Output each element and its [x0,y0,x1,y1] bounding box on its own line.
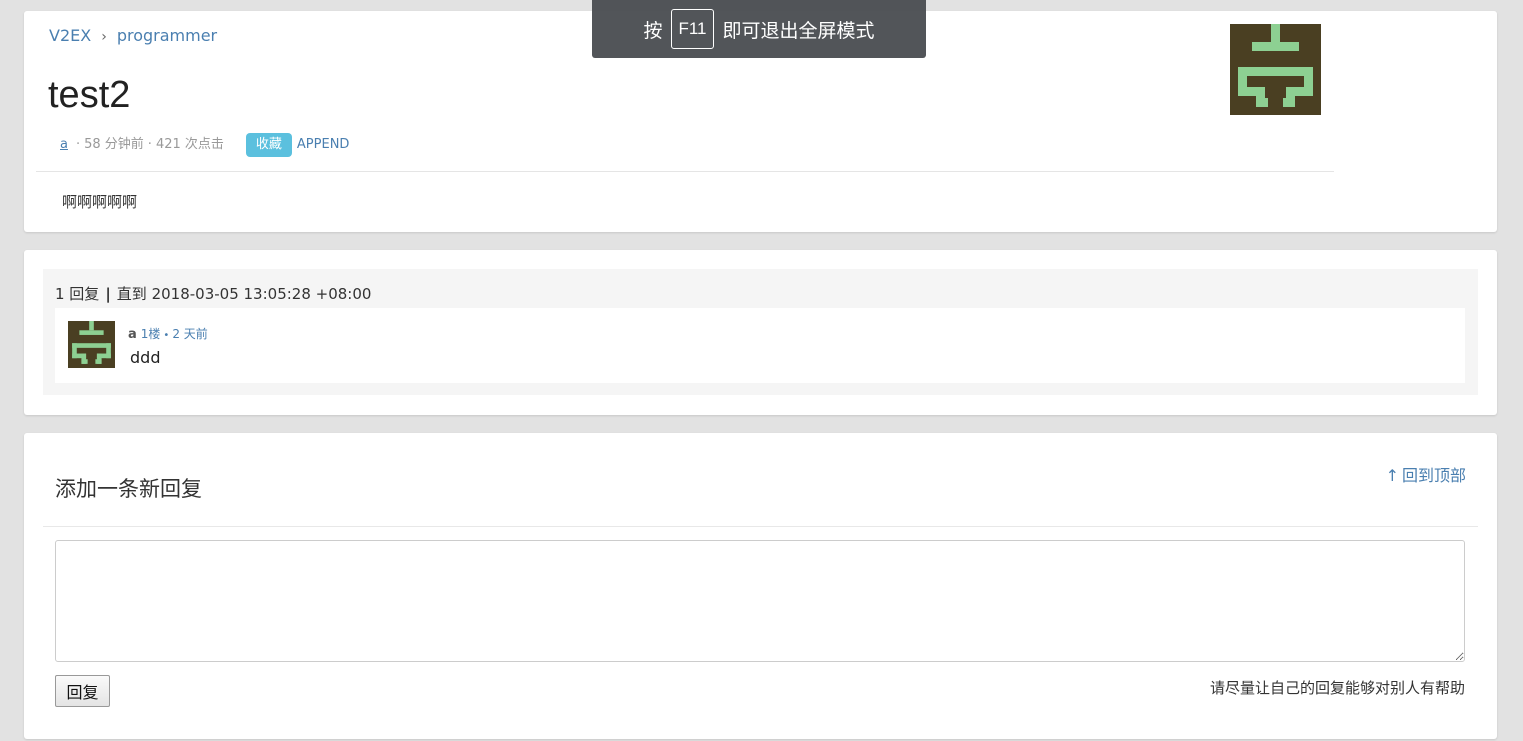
notice-prefix: 按 [643,19,663,42]
reply-avatar[interactable] [68,321,115,368]
back-to-top-label: 回到顶部 [1401,466,1466,485]
replies-card: 1 回复 | 直到 2018-03-05 13:05:28 +08:00 a 1… [24,250,1497,415]
fullscreen-exit-notice: 按 F11 即可退出全屏模式 [592,0,926,58]
reply-time: 2 天前 [172,327,208,341]
new-reply-title: 添加一条新回复 [55,477,202,501]
notice-suffix: 即可退出全屏模式 [722,19,875,42]
reply-item: a 1楼 • 2 天前 ddd [55,308,1465,383]
chevron-right-icon: › [101,29,107,45]
header-divider: | [105,285,111,303]
topic-divider [36,171,1334,172]
new-reply-card: 添加一条新回复 ↑ 回到顶部 回复 请尽量让自己的回复能够对别人有帮助 [24,433,1497,739]
reply-count: 1 回复 [55,285,100,303]
breadcrumb-home-link[interactable]: V2EX [49,26,91,45]
bullet-separator: • [163,330,170,341]
reply-body: ddd [130,348,161,367]
reply-textarea[interactable] [55,540,1465,662]
favorite-button[interactable]: 收藏 [245,133,292,157]
replies-header: 1 回复 | 直到 2018-03-05 13:05:28 +08:00 [55,283,371,305]
reply-author-link[interactable]: a [128,327,137,342]
arrow-up-icon: ↑ [1385,466,1399,485]
meta-separator: · [147,137,152,152]
reply-hint: 请尽量让自己的回复能够对别人有帮助 [1209,679,1465,697]
submit-reply-button[interactable]: 回复 [55,675,110,707]
topic-clicks: 421 次点击 [155,137,224,152]
topic-content: 啊啊啊啊啊 [62,193,138,211]
topic-title: test2 [48,74,131,116]
reply-floor: 1楼 [140,327,161,341]
f11-key: F11 [671,9,714,49]
new-reply-divider [43,526,1478,527]
identicon-avatar[interactable] [1230,24,1321,115]
breadcrumb: V2EX › programmer [49,25,217,47]
breadcrumb-node-link[interactable]: programmer [117,26,217,45]
reply-meta: a 1楼 • 2 天前 [128,325,208,345]
topic-time: 58 分钟前 [84,137,144,152]
meta-separator: · [75,137,81,152]
topic-author-link[interactable]: a [60,133,68,157]
topic-meta: a · 58 分钟前 · 421 次点击 收藏 APPEND [60,133,349,157]
back-to-top-link[interactable]: ↑ 回到顶部 [1386,465,1466,487]
reply-until: 直到 2018-03-05 13:05:28 +08:00 [116,285,372,303]
replies-box: 1 回复 | 直到 2018-03-05 13:05:28 +08:00 a 1… [43,269,1478,395]
append-link[interactable]: APPEND [297,133,350,157]
